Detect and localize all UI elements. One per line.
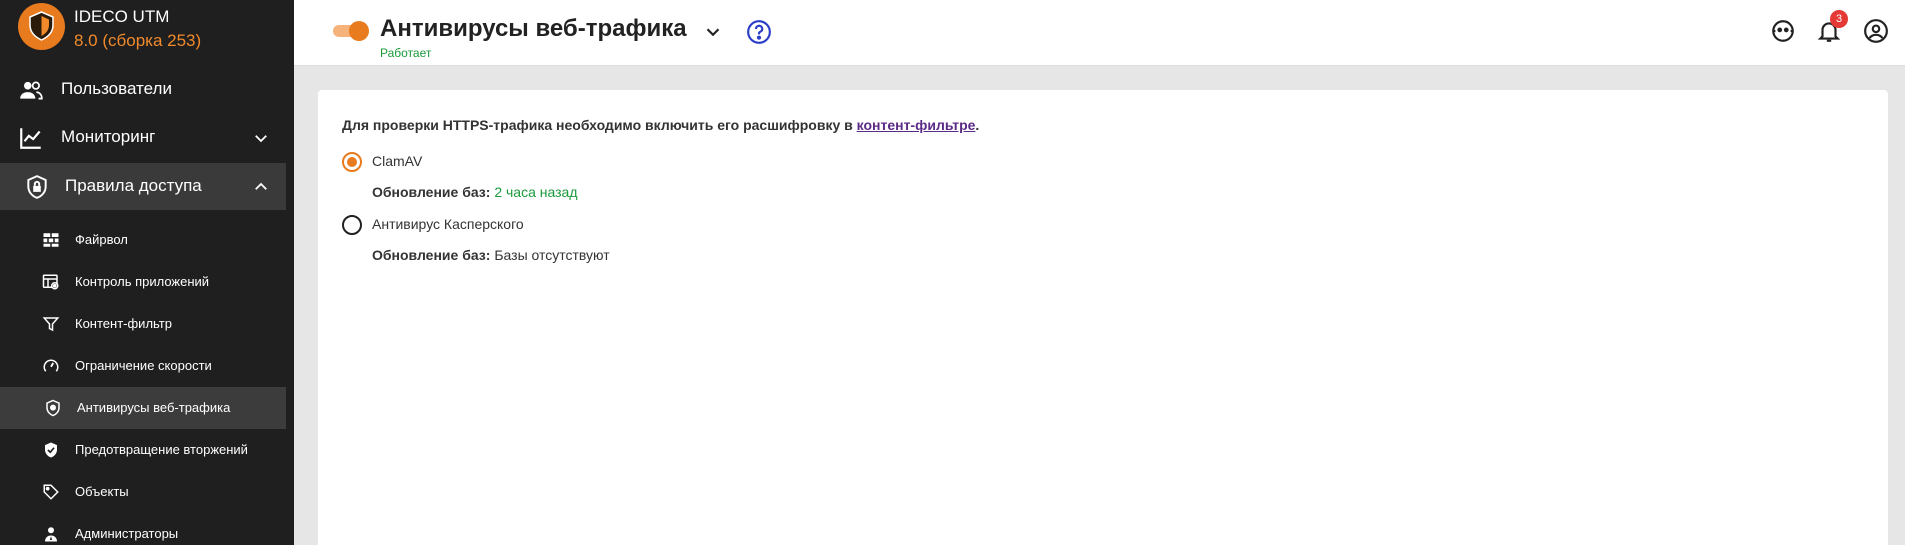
kaspersky-db-status: Обновление баз: Базы отсутствуют bbox=[372, 247, 610, 263]
sidebar-subitem-label: Файрвол bbox=[75, 232, 128, 247]
chart-icon bbox=[20, 128, 41, 149]
sidebar-subitem-label: Предотвращение вторжений bbox=[75, 442, 248, 457]
users-icon bbox=[20, 81, 43, 100]
user-account-icon[interactable] bbox=[1863, 18, 1889, 44]
chevron-down-icon[interactable] bbox=[252, 129, 270, 147]
sidebar-subitem-speed-limit[interactable]: Ограничение скорости bbox=[0, 345, 286, 387]
option-label: ClamAV bbox=[372, 153, 423, 169]
radio-button-checked[interactable] bbox=[342, 152, 362, 172]
sidebar-subitem-content-filter[interactable]: Контент-фильтр bbox=[0, 303, 286, 345]
sidebar-item-label: Правила доступа bbox=[65, 176, 202, 195]
sidebar-subitem-intrusion-prevention[interactable]: Предотвращение вторжений bbox=[0, 429, 286, 471]
radio-button-unchecked[interactable] bbox=[342, 215, 362, 235]
shield-check-icon bbox=[45, 442, 57, 458]
db-status-label: Обновление баз: bbox=[372, 184, 491, 200]
help-icon[interactable] bbox=[746, 19, 772, 45]
content-filter-link[interactable]: контент-фильтре bbox=[857, 117, 976, 133]
chevron-down-icon[interactable] bbox=[702, 21, 724, 43]
sidebar-subitem-label: Администраторы bbox=[75, 526, 179, 541]
service-status: Работает bbox=[380, 46, 432, 60]
antivirus-option-clamav[interactable]: ClamAV bbox=[342, 150, 542, 174]
antivirus-shield-icon bbox=[46, 399, 60, 417]
filter-icon bbox=[42, 317, 60, 332]
antivirus-option-kaspersky[interactable]: Антивирус Касперского bbox=[342, 213, 602, 237]
sidebar-subitem-admins[interactable]: Администраторы bbox=[0, 513, 286, 545]
app-control-icon bbox=[42, 274, 59, 290]
sidebar-item-monitoring[interactable]: Мониторинг bbox=[0, 114, 286, 161]
firewall-icon bbox=[43, 233, 59, 247]
brand-version: 8.0 (сборка 253) bbox=[74, 31, 202, 50]
service-toggle[interactable] bbox=[333, 21, 369, 41]
sidebar-item-label: Мониторинг bbox=[61, 127, 156, 146]
db-status-value: Базы отсутствуют bbox=[494, 247, 610, 263]
brand-name: IDECO UTM bbox=[74, 7, 170, 26]
brand[interactable]: IDECO UTM 8.0 (сборка 253) bbox=[0, 0, 294, 56]
sidebar-subitem-web-antivirus[interactable]: Антивирусы веб-трафика bbox=[0, 387, 286, 429]
admin-icon bbox=[45, 527, 57, 542]
sidebar-subitem-label: Объекты bbox=[75, 484, 129, 499]
ideco-logo-icon bbox=[18, 3, 65, 50]
page-title: Антивирусы веб-трафика bbox=[380, 15, 687, 42]
sidebar-item-users[interactable]: Пользователи bbox=[0, 66, 286, 113]
toggle-knob bbox=[349, 21, 369, 41]
sidebar-subitem-objects[interactable]: Объекты bbox=[0, 471, 286, 513]
https-notice: Для проверки HTTPS-трафика необходимо вк… bbox=[342, 117, 979, 133]
sidebar-subitem-label: Контент-фильтр bbox=[75, 316, 172, 331]
clamav-db-status: Обновление баз: 2 часа назад bbox=[372, 184, 578, 200]
sidebar-item-access-rules[interactable]: Правила доступа bbox=[0, 163, 286, 210]
sidebar: IDECO UTM 8.0 (сборка 253) Пользователи … bbox=[0, 0, 294, 545]
speed-icon bbox=[43, 359, 59, 372]
sidebar-subitem-label: Антивирусы веб-трафика bbox=[77, 400, 231, 415]
sidebar-subitem-label: Контроль приложений bbox=[75, 274, 210, 289]
content-card: Для проверки HTTPS-трафика необходимо вк… bbox=[318, 90, 1888, 545]
page-header: Антивирусы веб-трафика Работает bbox=[294, 0, 1905, 66]
shield-lock-icon bbox=[27, 175, 47, 199]
notifications-badge: 3 bbox=[1830, 10, 1848, 28]
chevron-up-icon[interactable] bbox=[252, 178, 270, 196]
option-label: Антивирус Касперского bbox=[372, 216, 524, 232]
notice-end: . bbox=[975, 117, 980, 133]
db-status-label: Обновление баз: bbox=[372, 247, 491, 263]
db-status-value: 2 часа назад bbox=[494, 184, 578, 200]
sidebar-item-label: Пользователи bbox=[61, 79, 172, 98]
tag-icon bbox=[43, 484, 59, 500]
support-chat-icon[interactable] bbox=[1770, 18, 1796, 44]
sidebar-subitem-firewall[interactable]: Файрвол bbox=[0, 219, 286, 261]
sidebar-subitem-label: Ограничение скорости bbox=[75, 358, 212, 373]
sidebar-subitem-app-control[interactable]: Контроль приложений bbox=[0, 261, 286, 303]
notice-text: Для проверки HTTPS-трафика необходимо вк… bbox=[342, 117, 857, 133]
